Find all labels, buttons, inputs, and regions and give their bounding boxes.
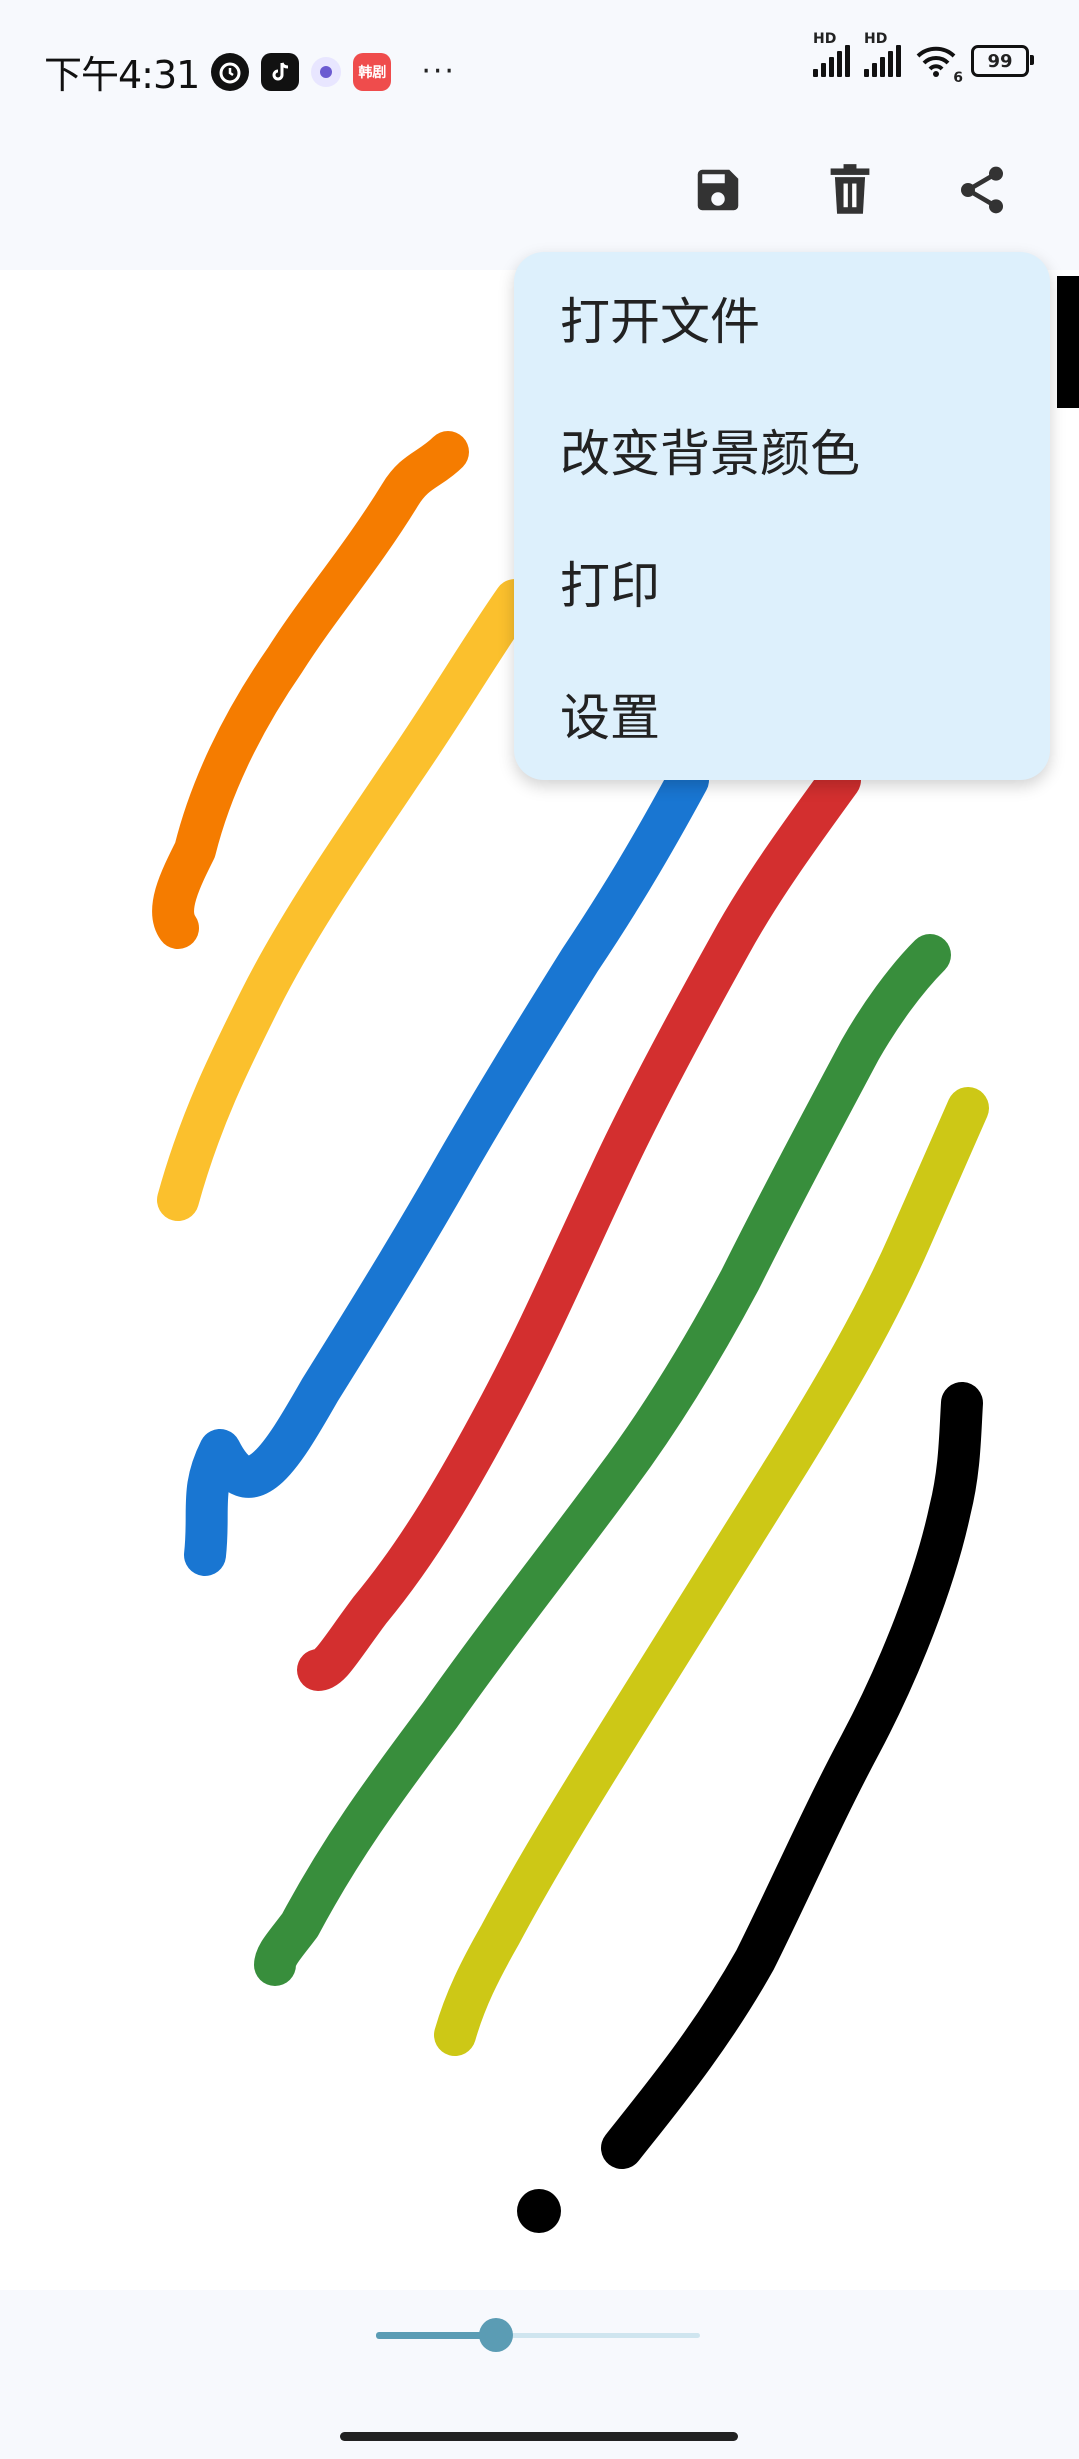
save-icon <box>697 169 739 211</box>
menu-item-open-file[interactable]: 打开文件 <box>514 252 1050 384</box>
slider-fill <box>376 2332 496 2339</box>
signal-icon: HD <box>813 31 850 77</box>
tiktok-icon <box>261 52 300 91</box>
app-icon <box>311 56 342 87</box>
stroke-black-dot <box>517 2189 561 2233</box>
share-icon <box>961 166 1003 214</box>
delete-icon <box>830 164 870 214</box>
status-left: 下午4:31 韩剧 ··· <box>44 44 456 99</box>
alarm-clock-icon <box>211 52 250 91</box>
status-time: 下午4:31 <box>44 53 200 97</box>
edge-stroke <box>1057 276 1079 408</box>
hd-label: HD <box>813 31 837 47</box>
hd-label: HD <box>864 31 888 47</box>
delete-button[interactable] <box>805 140 895 240</box>
menu-item-print[interactable]: 打印 <box>514 516 1050 648</box>
home-indicator[interactable] <box>340 2432 738 2441</box>
wifi-icon: 6 <box>915 44 963 86</box>
brush-size-slider[interactable] <box>376 2318 700 2352</box>
stroke-orange <box>152 431 469 949</box>
save-button[interactable] <box>673 140 763 240</box>
menu-item-change-background-color[interactable]: 改变背景颜色 <box>514 384 1050 516</box>
share-button[interactable] <box>937 140 1027 240</box>
menu-item-settings[interactable]: 设置 <box>514 648 1050 780</box>
battery-level: 99 <box>987 50 1013 72</box>
overflow-menu: 打开文件 改变背景颜色 打印 设置 <box>514 252 1050 780</box>
battery-icon: 99 <box>971 45 1034 77</box>
status-right: HD HD 6 99 <box>813 31 1034 86</box>
stroke-black <box>601 1382 983 2169</box>
signal-icon: HD <box>864 31 901 77</box>
status-bar: 下午4:31 韩剧 ··· HD HD 6 99 <box>0 0 1079 135</box>
wifi-label: 6 <box>953 70 963 86</box>
app-icon: 韩剧 <box>353 52 392 91</box>
toolbar <box>579 140 1079 240</box>
slider-thumb[interactable] <box>478 2318 513 2352</box>
more-notifications-icon: ··· <box>421 54 456 89</box>
more-options-button[interactable] <box>1051 140 1079 240</box>
